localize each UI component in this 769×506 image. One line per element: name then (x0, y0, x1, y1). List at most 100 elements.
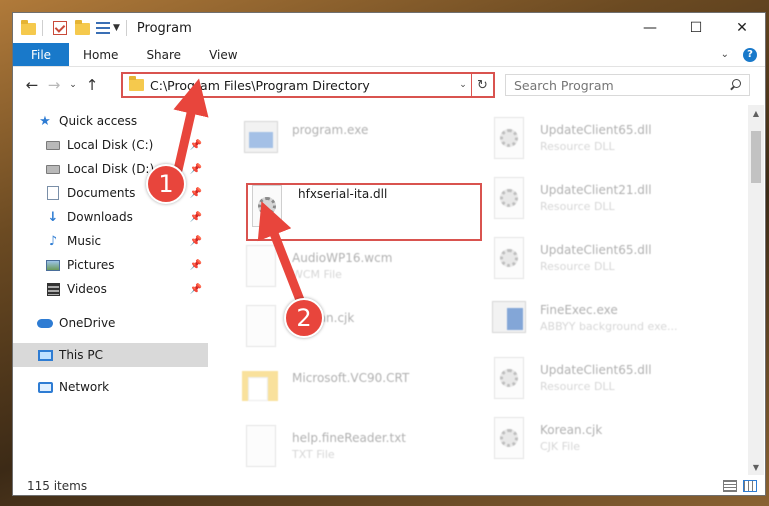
minimize-button[interactable]: — (627, 13, 673, 43)
file-type: Resource DLL (540, 140, 615, 153)
step-badge-2: 2 (284, 298, 324, 338)
file-name: Microsoft.VC90.CRT (292, 371, 410, 385)
view-options-icon[interactable] (96, 22, 110, 34)
forward-arrow-icon[interactable]: → (43, 76, 65, 94)
title-bar: ▼ Program — ☐ ✕ (13, 13, 765, 43)
blank-file-icon (240, 303, 282, 351)
pin-icon[interactable]: 📌 (190, 260, 202, 271)
file-name: UpdateClient65.dll (540, 123, 652, 137)
file-item[interactable]: UpdateClient21.dll Resource DLL (488, 175, 728, 235)
pin-icon[interactable]: 📌 (190, 164, 202, 175)
file-type: Resource DLL (540, 380, 615, 393)
file-item[interactable]: FineExec.exe ABBYY background exe... (488, 295, 728, 355)
properties-check-icon[interactable] (53, 21, 67, 35)
file-name: FineExec.exe (540, 303, 618, 317)
sidebar-item-this-pc[interactable]: This PC (13, 343, 208, 367)
downloads-icon: ↓ (47, 209, 59, 225)
tab-view[interactable]: View (195, 43, 251, 66)
pin-icon[interactable]: 📌 (190, 284, 202, 295)
file-item[interactable]: Korean.cjk CJK File (488, 415, 728, 475)
maximize-button[interactable]: ☐ (673, 13, 719, 43)
dll-gear-icon (488, 355, 530, 403)
sidebar-item-label: Local Disk (C:) (67, 138, 154, 152)
separator (125, 20, 127, 36)
sidebar-item-videos[interactable]: Videos 📌 (13, 277, 208, 301)
sidebar-item-label: OneDrive (59, 316, 116, 330)
sidebar-item-local-disk-c[interactable]: Local Disk (C:) 📌 (13, 133, 208, 157)
folder-icon (240, 363, 282, 411)
recent-locations-icon[interactable]: ⌄ (65, 80, 81, 90)
window-title: Program (136, 20, 192, 36)
sidebar-item-label: Music (67, 234, 102, 248)
address-row: ← → ⌄ ↑ C:\Program Files\Program Directo… (13, 68, 765, 102)
file-name: AudioWP16.wcm (292, 251, 393, 265)
sidebar-item-onedrive[interactable]: OneDrive (13, 311, 208, 335)
exe-icon (488, 295, 530, 343)
search-box[interactable] (505, 74, 750, 96)
sidebar-item-quick-access[interactable]: ★ Quick access (13, 109, 208, 133)
network-icon (37, 380, 53, 394)
file-name: Korean.cjk (540, 423, 603, 437)
file-item[interactable]: program.exe (240, 115, 480, 175)
sidebar-item-label: Videos (67, 282, 107, 296)
file-type: CJK File (540, 440, 581, 453)
separator (42, 20, 43, 36)
sidebar-item-downloads[interactable]: ↓ Downloads 📌 (13, 205, 208, 229)
folder-icon (129, 76, 144, 91)
videos-icon (45, 282, 61, 296)
pin-icon[interactable]: 📌 (190, 188, 202, 199)
file-item[interactable]: UpdateClient65.dll Resource DLL (488, 115, 728, 175)
back-arrow-icon[interactable]: ← (21, 76, 43, 94)
sidebar-item-network[interactable]: Network (13, 375, 208, 399)
file-item[interactable]: UpdateClient65.dll Resource DLL (488, 355, 728, 415)
scroll-thumb[interactable] (751, 131, 761, 183)
documents-icon (45, 186, 61, 200)
quick-access-dropdown-icon[interactable]: ▼ (113, 23, 120, 33)
file-item[interactable]: help.fineReader.txt TXT File (240, 423, 480, 475)
pin-icon[interactable]: 📌 (190, 236, 202, 247)
search-input[interactable] (514, 77, 729, 93)
sidebar-item-music[interactable]: ♪ Music 📌 (13, 229, 208, 253)
dll-gear-icon (488, 115, 530, 163)
close-button[interactable]: ✕ (719, 13, 765, 43)
view-buttons (723, 480, 765, 492)
file-item[interactable]: UpdateClient65.dll Resource DLL (488, 235, 728, 295)
tab-home[interactable]: Home (69, 43, 132, 66)
file-name: program.exe (292, 123, 369, 137)
file-name: UpdateClient21.dll (540, 183, 652, 197)
tab-file[interactable]: File (13, 43, 69, 66)
file-name: help.fineReader.txt (292, 431, 406, 445)
file-type: Resource DLL (540, 260, 615, 273)
blank-file-icon (240, 243, 282, 291)
address-dropdown-icon[interactable]: ⌄ (455, 80, 471, 90)
sidebar-item-label: Downloads (67, 210, 133, 224)
details-view-icon[interactable] (723, 480, 737, 492)
help-icon[interactable]: ? (743, 47, 757, 62)
scroll-up-icon[interactable]: ▲ (748, 105, 764, 121)
file-type: WCM File (292, 268, 342, 281)
file-item[interactable]: Korean.cjk (240, 303, 480, 363)
drive-icon (45, 162, 61, 176)
pin-icon[interactable]: 📌 (190, 212, 202, 223)
file-item[interactable]: AudioWP16.wcm WCM File (240, 243, 480, 303)
address-path[interactable]: C:\Program Files\Program Directory (150, 78, 455, 93)
large-icons-view-icon[interactable] (743, 480, 757, 492)
address-bar[interactable]: C:\Program Files\Program Directory ⌄ ↻ (121, 72, 495, 98)
file-type: ABBYY background exe... (540, 320, 678, 333)
scroll-down-icon[interactable]: ▼ (748, 459, 764, 475)
up-arrow-icon[interactable]: ↑ (81, 76, 103, 94)
pin-icon[interactable]: 📌 (190, 140, 202, 151)
sidebar-item-label: Local Disk (D:) (67, 162, 155, 176)
dll-gear-icon (488, 175, 530, 223)
sidebar-item-pictures[interactable]: Pictures 📌 (13, 253, 208, 277)
new-folder-icon[interactable] (75, 20, 90, 35)
search-icon[interactable] (729, 79, 741, 91)
file-item[interactable]: Microsoft.VC90.CRT (240, 363, 480, 423)
navigation-pane: ★ Quick access Local Disk (C:) 📌 Local D… (13, 105, 208, 473)
star-icon: ★ (39, 113, 51, 129)
expand-ribbon-icon[interactable]: ⌄ (721, 49, 729, 60)
refresh-icon[interactable]: ↻ (471, 74, 493, 96)
folder-icon (21, 20, 36, 35)
tab-share[interactable]: Share (132, 43, 195, 66)
vertical-scrollbar[interactable]: ▲ ▼ (748, 105, 764, 475)
